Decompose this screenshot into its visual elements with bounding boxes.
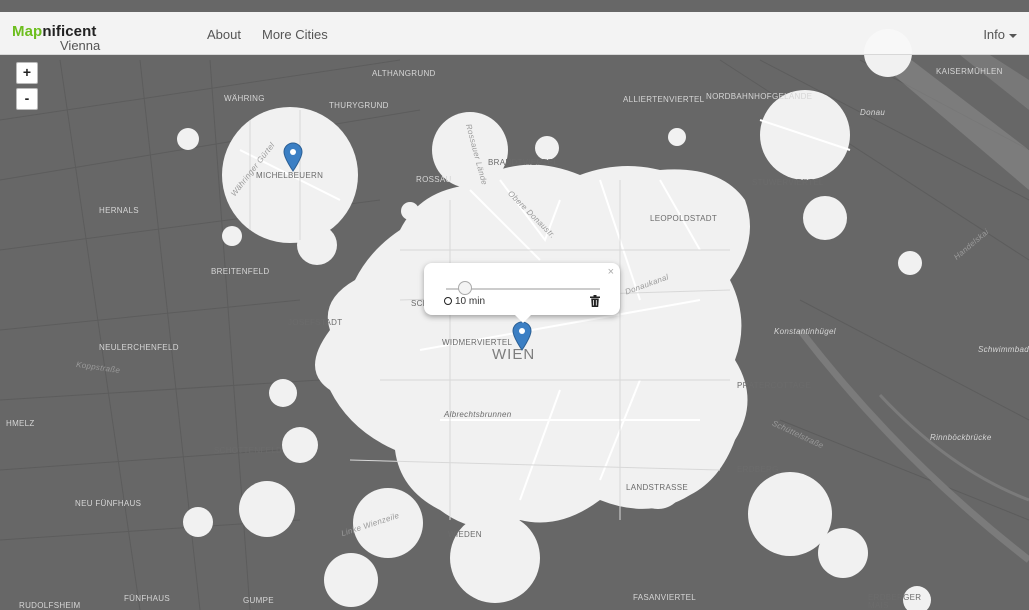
map-label-kaisermuhlen: KAISERMÜHLEN xyxy=(936,67,1003,76)
trash-icon[interactable] xyxy=(590,295,600,307)
map-label-wahring: WÄHRING xyxy=(224,94,265,103)
map-label-breitenfeld: BREITENFELD xyxy=(211,267,270,276)
time-slider-handle[interactable] xyxy=(458,281,472,295)
map-label-rinnbockbrucke: Rinnböckbrücke xyxy=(930,433,992,442)
time-readout: 10 min xyxy=(444,296,485,307)
nav-info-label: Info xyxy=(983,27,1005,42)
map-label-rudolfsheim: RUDOLFSHEIM xyxy=(19,601,81,610)
nav-info-dropdown[interactable]: Info xyxy=(983,27,1017,42)
close-icon[interactable]: × xyxy=(608,266,614,278)
brand-title-accent: Map xyxy=(12,23,43,40)
map-label-donau: Donau xyxy=(860,108,886,117)
map-marker-icon[interactable] xyxy=(512,321,532,356)
map-label-schwimmbad: Schwimmbad xyxy=(978,345,1029,354)
map-label-neulerchenfeld: NEULERCHENFELD xyxy=(99,343,179,352)
marker-popup: × 10 min xyxy=(424,263,620,323)
brand-subtitle: Vienna xyxy=(60,38,101,53)
map-label-funfhaus: FÜNFHAUS xyxy=(124,594,170,603)
map-label-landstrasse: LANDSTRASSE xyxy=(626,483,688,492)
map-label-rossau: ROSSAU xyxy=(416,175,452,184)
map-label-alliertenviertel: ALLIERTENVIERTEL xyxy=(623,95,705,104)
map-label-erdberg: ERDBERG xyxy=(737,465,779,474)
map-label-brandtviertel: BRANDTVIERTEL xyxy=(488,158,558,167)
map-label-wieden: WIEDEN xyxy=(448,530,482,539)
map-label-neu-funfhaus: NEU FÜNFHAUS xyxy=(75,499,142,508)
time-value: 10 xyxy=(455,296,467,307)
map-label-nordbahnhofgelande: NORDBAHNHOFGELÄNDE xyxy=(706,92,813,101)
map-label-leopoldstadt: LEOPOLDSTADT xyxy=(650,214,718,223)
navbar: Mapnificent Vienna About More Cities Inf… xyxy=(0,12,1029,55)
map-label-pratercottage: PRATERCOTTAGE xyxy=(737,381,811,390)
zoom-out-button[interactable]: - xyxy=(16,88,38,110)
brand-logo[interactable]: Mapnificent Vienna xyxy=(12,23,100,52)
map-label-thurygrund: THURYGRUND xyxy=(329,101,389,110)
zoom-in-button[interactable]: + xyxy=(16,62,38,84)
map-label-schottenfeld: SCHOTTENFELD xyxy=(214,446,283,455)
map-label-erdberger-mais: ERDBERGER MAIS xyxy=(868,593,922,610)
map-label-konstantinhugel: Konstantinhügel xyxy=(774,327,836,336)
map-label-gumpe: GUMPE xyxy=(243,596,274,605)
clock-icon xyxy=(444,297,452,305)
zoom-control: + - xyxy=(16,62,38,114)
map-label-fasanviertel: FASANVIERTEL xyxy=(633,593,697,602)
nav-more-cities-link[interactable]: More Cities xyxy=(262,27,328,42)
time-unit: min xyxy=(468,296,486,307)
map-marker-icon[interactable] xyxy=(283,142,303,177)
map-label-josefstadt: JOSEFSTADT xyxy=(288,318,343,327)
nav-about-link[interactable]: About xyxy=(207,27,241,42)
chevron-down-icon xyxy=(1009,33,1017,38)
map-label-stuwerviertel: STUWERVIERTEL xyxy=(752,178,824,187)
map-label-albrechtsbrunnen: Albrechtsbrunnen xyxy=(444,410,512,419)
map-label-hmelz: HMELZ xyxy=(6,419,35,428)
map-label-althangrund: ALTHANGRUND xyxy=(372,69,436,78)
map-label-hernals: HERNALS xyxy=(99,206,139,215)
